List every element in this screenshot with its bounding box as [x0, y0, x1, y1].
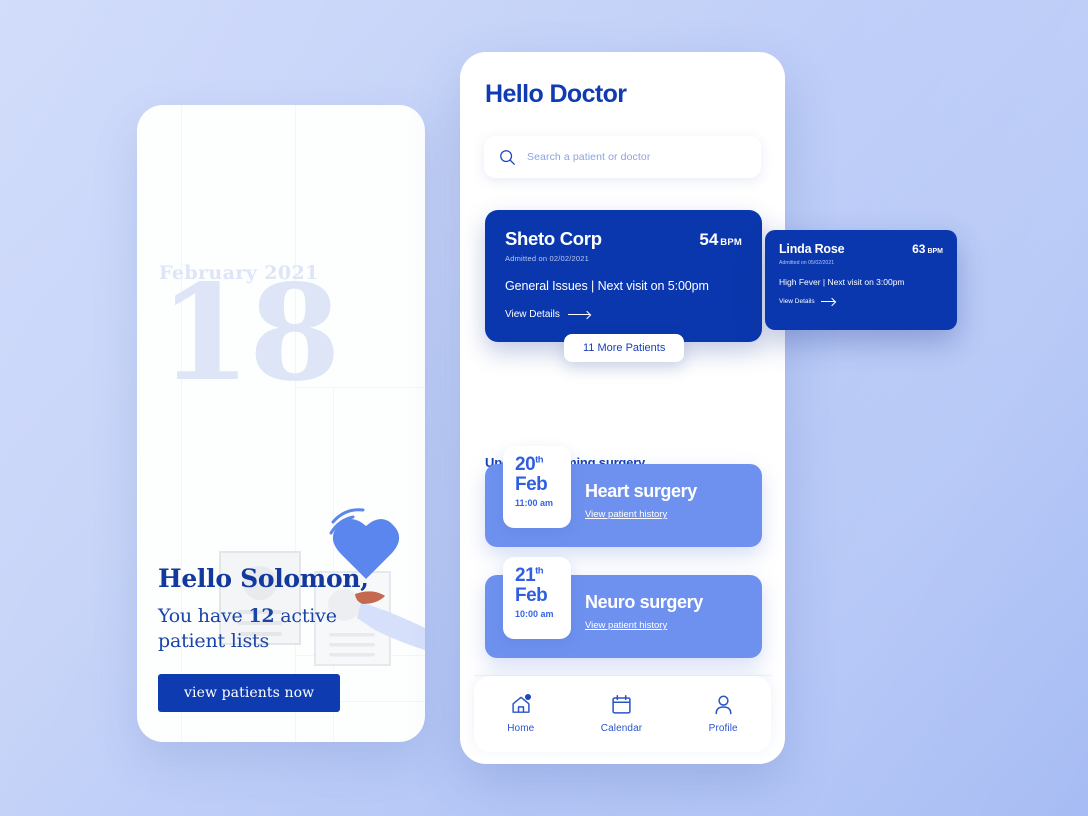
- greeting-heading: Hello Solomon,: [158, 564, 369, 594]
- app-canvas: February 2021 18 Hello Solomon, You have…: [0, 0, 1088, 816]
- nav-label-profile: Profile: [708, 723, 738, 734]
- surgery-time: 10:00 am: [515, 608, 554, 619]
- arrow-right-icon: [567, 314, 590, 315]
- view-details-link[interactable]: View Details: [505, 309, 742, 320]
- nav-label-calendar: Calendar: [600, 723, 643, 734]
- patient-card-secondary[interactable]: Linda Rose 63 BPM Admitted on 05/02/2021 …: [765, 230, 957, 330]
- page-title: Hello Doctor: [485, 80, 627, 108]
- calendar-icon: [612, 694, 631, 714]
- view-details-link[interactable]: View Details: [779, 298, 943, 305]
- bpm-value: 54: [699, 230, 719, 249]
- surgery-day: 21th: [515, 566, 571, 585]
- bpm-unit: BPM: [927, 248, 943, 255]
- surgery-card-0[interactable]: 20th Feb 11:00 am Heart surgery View pat…: [485, 446, 762, 547]
- arrow-right-icon: [820, 301, 835, 302]
- patient-card-header: Linda Rose 63 BPM: [779, 242, 943, 256]
- view-patient-history-link[interactable]: View patient history: [585, 620, 667, 631]
- right-phone-screen: Hello Doctor Search a patient or doctor …: [460, 52, 785, 764]
- patient-name: Sheto Corp: [505, 228, 602, 249]
- more-patients-pill[interactable]: 11 More Patients: [564, 334, 685, 362]
- surgery-card-1[interactable]: 21th Feb 10:00 am Neuro surgery View pat…: [485, 557, 762, 658]
- bpm-value: 63: [912, 242, 926, 256]
- surgery-name: Heart surgery: [585, 481, 697, 501]
- calendar-date-block: February 2021 18: [159, 263, 389, 400]
- patient-visit-detail: High Fever | Next visit on 3:00pm: [779, 277, 905, 287]
- surgery-name: Neuro surgery: [585, 592, 703, 612]
- surgery-date-box: 21th Feb 10:00 am: [503, 557, 571, 639]
- surgery-day-number: 20: [515, 454, 536, 475]
- active-patient-count: 12: [248, 604, 275, 627]
- left-phone-copy: Hello Solomon, You have 12 active patien…: [158, 565, 408, 712]
- person-icon: [715, 695, 732, 715]
- patient-admitted-date: Admitted on 05/02/2021: [779, 260, 835, 266]
- bottom-nav-bar: Home Calendar Profile: [474, 676, 771, 752]
- nav-item-profile[interactable]: Profile: [709, 694, 738, 734]
- surgery-day: 20th: [515, 455, 571, 474]
- surgery-date-box: 20th Feb 11:00 am: [503, 446, 571, 528]
- left-phone-screen: February 2021 18 Hello Solomon, You have…: [137, 105, 425, 742]
- patient-visit-detail: General Issues | Next visit on 5:00pm: [505, 279, 709, 293]
- view-patients-button[interactable]: view patients now: [158, 674, 341, 712]
- surgery-info: Neuro surgery View patient history: [585, 592, 703, 633]
- patient-bpm: 63 BPM: [912, 242, 943, 256]
- calendar-day-number: 18: [159, 255, 341, 411]
- subtitle-prefix: You have: [158, 604, 249, 627]
- nav-item-home[interactable]: Home: [507, 694, 534, 734]
- patient-card-header: Sheto Corp 54 BPM: [505, 228, 742, 250]
- patient-card-primary[interactable]: Sheto Corp 54 BPM Admitted on 02/02/2021 …: [485, 210, 762, 342]
- view-details-label: View Details: [779, 298, 815, 305]
- nav-label-home: Home: [507, 723, 535, 734]
- surgery-day-suffix: th: [535, 565, 544, 577]
- nav-item-calendar[interactable]: Calendar: [601, 694, 642, 734]
- patient-bpm: 54 BPM: [699, 230, 742, 250]
- search-icon: [500, 149, 515, 165]
- surgery-month: Feb: [515, 585, 548, 606]
- search-bar[interactable]: Search a patient or doctor: [484, 136, 761, 178]
- surgery-day-number: 21: [515, 565, 536, 586]
- surgery-info: Heart surgery View patient history: [585, 481, 697, 522]
- bpm-unit: BPM: [720, 237, 742, 248]
- patient-admitted-date: Admitted on 02/02/2021: [505, 254, 590, 263]
- patient-name: Linda Rose: [779, 242, 845, 256]
- active-patients-subtitle: You have 12 active patient lists: [158, 604, 408, 654]
- surgery-month: Feb: [515, 474, 548, 495]
- view-patient-history-link[interactable]: View patient history: [585, 509, 667, 520]
- view-details-label: View Details: [505, 309, 560, 320]
- search-input[interactable]: Search a patient or doctor: [527, 151, 650, 163]
- surgery-time: 11:00 am: [515, 497, 554, 508]
- surgery-day-suffix: th: [535, 454, 544, 466]
